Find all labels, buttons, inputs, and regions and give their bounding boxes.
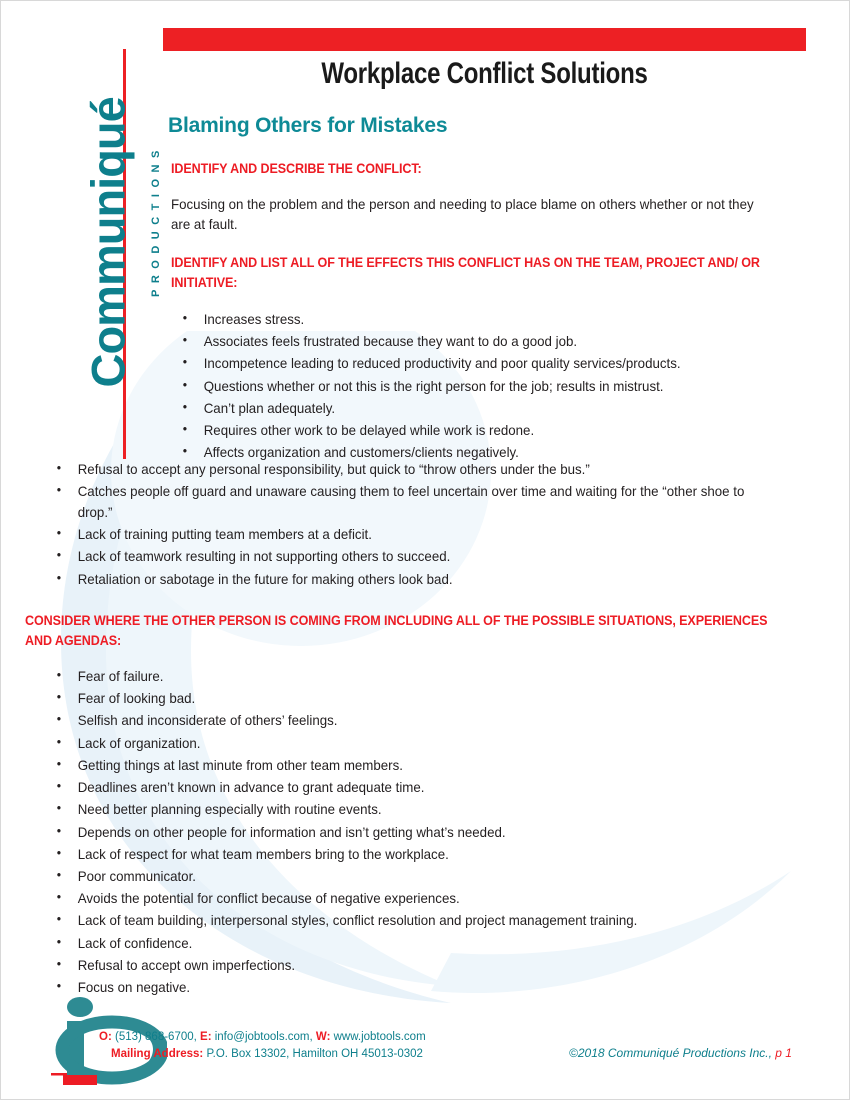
copyright-text: ©2018 Communiqué Productions Inc., xyxy=(569,1046,772,1060)
list-item: Lack of team building, interpersonal sty… xyxy=(53,909,785,931)
list-item: Fear of failure. xyxy=(53,665,785,687)
page-title: Workplace Conflict Solutions xyxy=(321,57,648,90)
list-item: Requires other work to be delayed while … xyxy=(179,419,768,441)
footer-contact-line: O: (513) 868-6700, E: info@jobtools.com,… xyxy=(99,1029,539,1046)
list-item: Avoids the potential for conflict becaus… xyxy=(53,887,785,909)
document-page: Communiqué PRODUCTIONS Workplace Conflic… xyxy=(0,0,850,1100)
consider-bullet-list: Fear of failure. Fear of looking bad. Se… xyxy=(53,665,823,999)
list-item: Lack of organization. xyxy=(53,732,785,754)
list-item: Fear of looking bad. xyxy=(53,687,785,709)
office-value: (513) 868-6700, xyxy=(114,1031,197,1043)
section-heading-consider: CONSIDER WHERE THE OTHER PERSON IS COMIN… xyxy=(25,613,768,648)
list-item: Lack of training putting team members at… xyxy=(53,523,775,545)
list-item: Depends on other people for information … xyxy=(53,821,785,843)
list-item: Questions whether or not this is the rig… xyxy=(179,375,768,397)
footer-contact-info: O: (513) 868-6700, E: info@jobtools.com,… xyxy=(99,1029,539,1064)
email-label: E: xyxy=(200,1031,212,1043)
list-item: Need better planning especially with rou… xyxy=(53,798,785,820)
list-item: Lack of respect for what team members br… xyxy=(53,843,785,865)
list-item: Lack of confidence. xyxy=(53,932,785,954)
section-heading-identify-conflict: IDENTIFY AND DESCRIBE THE CONFLICT: xyxy=(171,161,422,176)
effects-bullet-list: Increases stress. Associates feels frust… xyxy=(179,308,799,465)
list-item: Associates feels frustrated because they… xyxy=(179,330,768,352)
list-item: Can’t plan adequately. xyxy=(179,397,768,419)
address-value: P.O. Box 13302, Hamilton OH 45013-0302 xyxy=(206,1048,423,1061)
footer-copyright: ©2018 Communiqué Productions Inc., p 1 xyxy=(569,1046,792,1060)
list-item: Deadlines aren’t known in advance to gra… xyxy=(53,776,785,798)
list-item: Poor communicator. xyxy=(53,865,785,887)
page-footer: O: (513) 868-6700, E: info@jobtools.com,… xyxy=(1,991,849,1099)
list-item: Increases stress. xyxy=(179,308,768,330)
web-value[interactable]: www.jobtools.com xyxy=(334,1031,426,1043)
document-content: Workplace Conflict Solutions Blaming Oth… xyxy=(1,1,849,1001)
list-item: Retaliation or sabotage in the future fo… xyxy=(53,568,775,590)
section-body-identify-conflict: Focusing on the problem and the person a… xyxy=(171,196,754,233)
section-heading-effects: IDENTIFY AND LIST ALL OF THE EFFECTS THI… xyxy=(171,255,760,290)
list-item: Refusal to accept own imperfections. xyxy=(53,954,785,976)
list-item: Selfish and inconsiderate of others’ fee… xyxy=(53,709,785,731)
list-item: Catches people off guard and unaware cau… xyxy=(53,480,775,522)
office-label: O: xyxy=(99,1031,112,1043)
address-label: Mailing Address: xyxy=(111,1048,204,1061)
page-subtitle: Blaming Others for Mistakes xyxy=(168,114,448,137)
list-item: Refusal to accept any personal responsib… xyxy=(53,458,775,480)
page-number: p 1 xyxy=(775,1046,792,1060)
email-value[interactable]: info@jobtools.com, xyxy=(215,1031,313,1043)
list-item: Lack of teamwork resulting in not suppor… xyxy=(53,545,775,567)
web-label: W: xyxy=(315,1031,331,1043)
footer-address-line: Mailing Address: P.O. Box 13302, Hamilto… xyxy=(99,1046,539,1063)
effects-bullet-list-continued: Refusal to accept any personal responsib… xyxy=(53,458,813,591)
list-item: Incompetence leading to reduced producti… xyxy=(179,352,768,374)
list-item: Getting things at last minute from other… xyxy=(53,754,785,776)
